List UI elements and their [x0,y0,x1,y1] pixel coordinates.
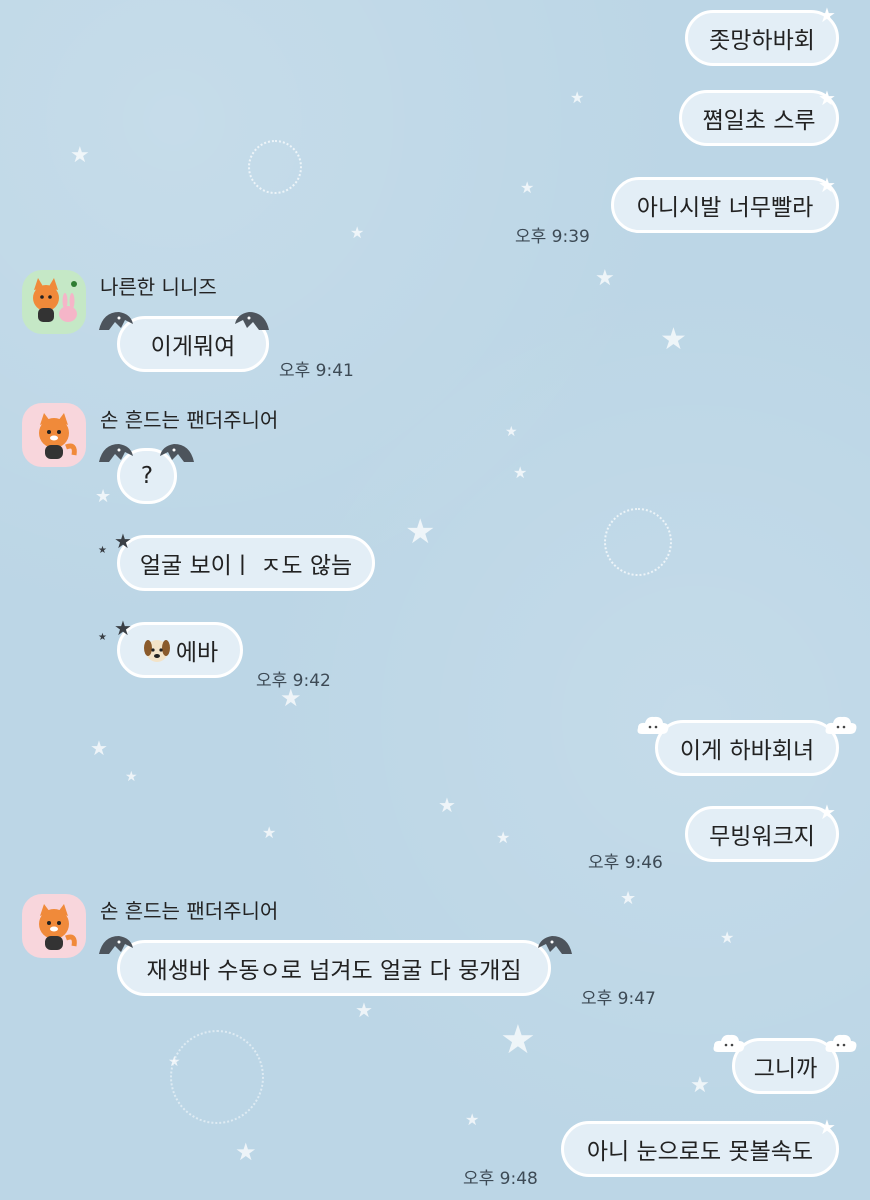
bg-star-icon: ★ [355,998,373,1022]
outgoing-message-bubble[interactable]: 쪔일초 스루 [679,90,839,146]
timestamp: 오후 9:39 [515,227,590,247]
star-icon: ★ [818,173,836,197]
message-text: 아니시발 너무빨라 [636,195,814,221]
message-text: 재생바 수동ㅇ로 넘겨도 얼굴 다 뭉개짐 [146,958,522,984]
bg-star-icon: ★ [125,769,138,785]
message-text: 얼굴 보이ㅣ ㅈ도 않늠 [139,553,353,579]
bg-star-icon: ★ [90,736,108,760]
bg-star-icon: ★ [496,828,511,847]
bg-star-icon: ★ [520,178,535,197]
timestamp: 오후 9:46 [588,853,663,873]
red-panda-avatar[interactable] [22,403,86,467]
star-icon: ★ [818,1115,836,1139]
bg-star-icon: ★ [620,888,637,909]
outgoing-message-bubble[interactable]: 그니까 [732,1038,839,1094]
bat-wing-icon [99,936,133,954]
message-text: 이게 하바회녀 [679,738,815,764]
outgoing-message-bubble[interactable]: 무빙워크지 [685,806,839,862]
cloud-icon [713,1034,745,1052]
bg-dotted-ring [170,1030,264,1124]
bg-star-icon: ★ [595,266,615,291]
star-icon: ★ [114,616,132,640]
message-text: 아니 눈으로도 못볼속도 [586,1139,814,1165]
star-icon: ★ [98,545,107,556]
timestamp: 오후 9:41 [279,361,354,381]
dog-face-emoji [143,640,170,662]
bat-wing-icon [538,936,572,954]
bat-wing-icon [235,312,269,330]
bg-star-icon: ★ [505,424,518,440]
sender-name: 손 흔드는 팬더주니어 [100,408,279,432]
cloud-icon [637,716,669,734]
bg-star-icon: ★ [438,793,456,817]
bg-star-icon: ★ [95,486,112,507]
bg-star-icon: ★ [570,88,585,107]
bg-star-icon: ★ [465,1110,480,1129]
star-icon: ★ [818,800,836,824]
incoming-message-bubble[interactable]: 에바 [117,622,243,678]
message-text: 이게뭐여 [150,334,236,360]
message-text: 에바 [175,640,219,666]
avatar-image [39,413,77,459]
message-text: 그니까 [753,1056,818,1082]
bg-star-icon: ★ [70,143,90,168]
bg-star-icon: ★ [262,823,277,842]
incoming-message-bubble[interactable]: 재생바 수동ㅇ로 넘겨도 얼굴 다 뭉개짐 [117,940,551,996]
bg-star-icon: ★ [690,1073,710,1098]
chat-room: ★ ★ ★ ★ ★ ★ ★ ★ ★ ★ ★ ★ ★ ★ ★ ★ ★ ★ ★ ★ … [0,0,870,1200]
message-text: 좃망하바회 [709,28,815,54]
avatar-image [39,904,77,950]
sender-name: 손 흔드는 팬더주니어 [100,899,279,923]
fox-and-rabbit-avatar[interactable] [22,270,86,334]
bat-wing-icon [99,312,133,330]
timestamp: 오후 9:42 [256,671,331,691]
bg-star-icon: ★ [350,223,365,242]
bg-star-icon: ★ [405,512,436,552]
bg-star-icon: ★ [660,322,687,357]
star-icon: ★ [818,86,836,110]
message-text: 쪔일초 스루 [702,108,816,134]
bg-star-icon: ★ [513,463,528,482]
bg-dotted-ring [604,508,672,576]
bat-wing-icon [160,444,194,462]
outgoing-message-bubble[interactable]: 좃망하바회 [685,10,839,66]
bg-star-icon: ★ [500,1017,536,1063]
star-icon: ★ [98,632,107,643]
bg-star-icon: ★ [720,928,735,947]
cloud-icon [825,716,857,734]
sender-name: 나른한 니니즈 [100,275,217,299]
timestamp: 오후 9:47 [581,989,656,1009]
star-icon: ★ [818,3,836,27]
red-panda-avatar[interactable] [22,894,86,958]
star-icon: ★ [114,529,132,553]
bat-wing-icon [99,444,133,462]
bg-star-icon: ★ [235,1138,257,1166]
outgoing-message-bubble[interactable]: 아니시발 너무빨라 [611,177,839,233]
outgoing-message-bubble[interactable]: 이게 하바회녀 [655,720,839,776]
bg-dotted-ring [248,140,302,194]
avatar-image [33,278,77,322]
outgoing-message-bubble[interactable]: 아니 눈으로도 못볼속도 [561,1121,839,1177]
incoming-message-bubble[interactable]: 얼굴 보이ㅣ ㅈ도 않늠 [117,535,375,591]
cloud-icon [825,1034,857,1052]
message-text: ? [140,463,154,489]
message-text: 무빙워크지 [709,824,815,850]
timestamp: 오후 9:48 [463,1169,538,1189]
